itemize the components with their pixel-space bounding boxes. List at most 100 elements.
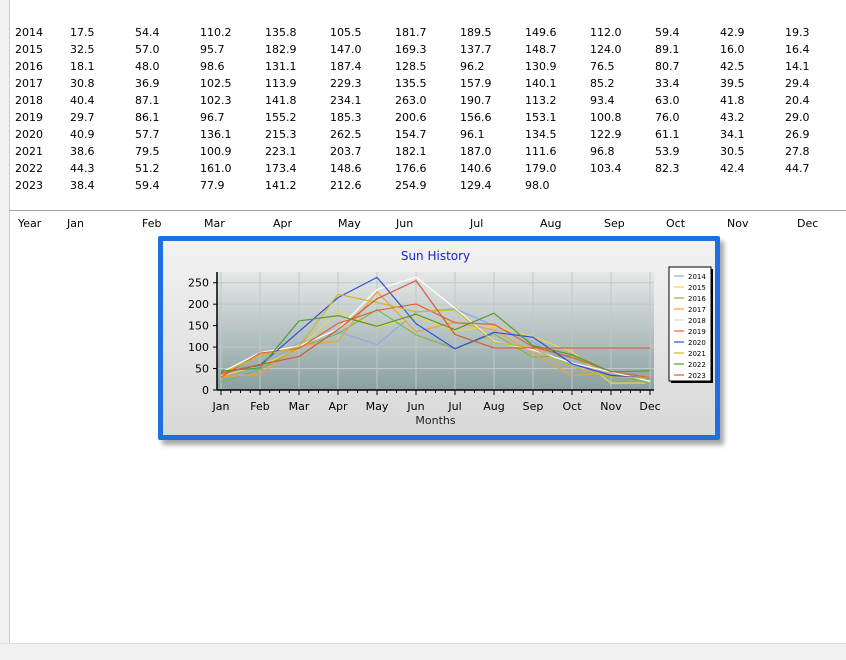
year-cell: 2017 bbox=[15, 77, 43, 90]
value-cell: 100.8 bbox=[590, 111, 622, 124]
y-tick-label: 200 bbox=[188, 298, 209, 311]
value-cell: 20.4 bbox=[785, 94, 810, 107]
value-cell: 16.0 bbox=[720, 43, 745, 56]
year-cell: 2018 bbox=[15, 94, 43, 107]
value-cell: 135.5 bbox=[395, 77, 427, 90]
legend-entry: 2022 bbox=[688, 361, 706, 369]
value-cell: 42.9 bbox=[720, 26, 745, 39]
value-cell: 27.8 bbox=[785, 145, 810, 158]
value-cell: 110.2 bbox=[200, 26, 232, 39]
table-row: 2020 40.9 57.7 136.1 215.3 262.5 154.7 96.1 134.… bbox=[0, 128, 846, 145]
value-cell: 85.2 bbox=[590, 77, 615, 90]
value-cell: 44.7 bbox=[785, 162, 810, 175]
value-cell: 103.4 bbox=[590, 162, 622, 175]
value-cell: 59.4 bbox=[655, 26, 680, 39]
value-cell: 212.6 bbox=[330, 179, 362, 192]
value-cell: 200.6 bbox=[395, 111, 427, 124]
value-cell: 105.5 bbox=[330, 26, 362, 39]
value-cell: 98.6 bbox=[200, 60, 225, 73]
value-cell: 182.1 bbox=[395, 145, 427, 158]
value-cell: 57.7 bbox=[135, 128, 160, 141]
value-cell: 29.4 bbox=[785, 77, 810, 90]
value-cell: 169.3 bbox=[395, 43, 427, 56]
year-cell: 2023 bbox=[15, 179, 43, 192]
value-cell: 203.7 bbox=[330, 145, 362, 158]
value-cell: 128.5 bbox=[395, 60, 427, 73]
value-cell: 76.0 bbox=[655, 111, 680, 124]
y-tick-label: 0 bbox=[202, 384, 209, 397]
year-cell: 2014 bbox=[15, 26, 43, 39]
legend-entry: 2014 bbox=[688, 273, 706, 281]
value-cell: 39.5 bbox=[720, 77, 745, 90]
value-cell: 86.1 bbox=[135, 111, 160, 124]
value-cell: 77.9 bbox=[200, 179, 225, 192]
table-row: 2021 38.6 79.5 100.9 223.1 203.7 182.1 187.0 111… bbox=[0, 145, 846, 162]
value-cell: 82.3 bbox=[655, 162, 680, 175]
legend-entry: 2015 bbox=[688, 284, 706, 292]
value-cell: 129.4 bbox=[460, 179, 492, 192]
table-row: 2014 17.5 54.4 110.2 135.8 105.5 181.7 189.5 149… bbox=[0, 26, 846, 43]
year-cell: 2022 bbox=[15, 162, 43, 175]
value-cell: 181.7 bbox=[395, 26, 427, 39]
value-cell: 140.6 bbox=[460, 162, 492, 175]
value-cell: 189.5 bbox=[460, 26, 492, 39]
value-cell: 29.0 bbox=[785, 111, 810, 124]
value-cell: 41.8 bbox=[720, 94, 745, 107]
y-tick-label: 50 bbox=[195, 363, 209, 376]
table-row: 2018 40.4 87.1 102.3 141.8 234.1 263.0 190.7 113… bbox=[0, 94, 846, 111]
value-cell: 42.4 bbox=[720, 162, 745, 175]
value-cell: 14.1 bbox=[785, 60, 810, 73]
table-divider bbox=[9, 210, 846, 211]
value-cell: 124.0 bbox=[590, 43, 622, 56]
value-cell: 19.3 bbox=[785, 26, 810, 39]
value-cell: 148.7 bbox=[525, 43, 557, 56]
y-tick-label: 100 bbox=[188, 341, 209, 354]
value-cell: 131.1 bbox=[265, 60, 297, 73]
value-cell: 89.1 bbox=[655, 43, 680, 56]
value-cell: 234.1 bbox=[330, 94, 362, 107]
value-cell: 155.2 bbox=[265, 111, 297, 124]
value-cell: 79.5 bbox=[135, 145, 160, 158]
table-row: 2015 32.5 57.0 95.7 182.9 147.0 169.3 137.7 148.… bbox=[0, 43, 846, 60]
table-row: 2017 30.8 36.9 102.5 113.9 229.3 135.5 157.9 140… bbox=[0, 77, 846, 94]
header-month-sep: Sep bbox=[604, 217, 625, 230]
year-cell: 2016 bbox=[15, 60, 43, 73]
table-row: 2022 44.3 51.2 161.0 173.4 148.6 176.6 140.6 179… bbox=[0, 162, 846, 179]
legend-entry: 2021 bbox=[688, 350, 706, 358]
header-month-mar: Mar bbox=[204, 217, 225, 230]
x-tick-label: Dec bbox=[639, 400, 660, 413]
value-cell: 262.5 bbox=[330, 128, 362, 141]
value-cell: 254.9 bbox=[395, 179, 427, 192]
value-cell: 173.4 bbox=[265, 162, 297, 175]
value-cell: 223.1 bbox=[265, 145, 297, 158]
value-cell: 130.9 bbox=[525, 60, 557, 73]
value-cell: 135.8 bbox=[265, 26, 297, 39]
header-month-jul: Jul bbox=[470, 217, 484, 230]
sun-history-chart: 0 50 100 150 200 250 Jan Feb Mar Apr May Jun Jul Aug S… bbox=[158, 236, 720, 440]
value-cell: 157.9 bbox=[460, 77, 492, 90]
status-strip bbox=[0, 643, 846, 660]
legend-entry: 2020 bbox=[688, 339, 706, 347]
chart-svg: 0 50 100 150 200 250 Jan Feb Mar Apr May Jun Jul Aug S… bbox=[188, 249, 713, 427]
value-cell: 26.9 bbox=[785, 128, 810, 141]
value-cell: 61.1 bbox=[655, 128, 680, 141]
value-cell: 98.0 bbox=[525, 179, 550, 192]
value-cell: 17.5 bbox=[70, 26, 95, 39]
x-tick-label: Jun bbox=[406, 400, 424, 413]
value-cell: 53.9 bbox=[655, 145, 680, 158]
value-cell: 156.6 bbox=[460, 111, 492, 124]
value-cell: 182.9 bbox=[265, 43, 297, 56]
value-cell: 43.2 bbox=[720, 111, 745, 124]
value-cell: 113.2 bbox=[525, 94, 557, 107]
value-cell: 113.9 bbox=[265, 77, 297, 90]
value-cell: 29.7 bbox=[70, 111, 95, 124]
value-cell: 57.0 bbox=[135, 43, 160, 56]
value-cell: 96.7 bbox=[200, 111, 225, 124]
legend-entry: 2018 bbox=[688, 317, 706, 325]
value-cell: 87.1 bbox=[135, 94, 160, 107]
year-cell: 2019 bbox=[15, 111, 43, 124]
plot-area bbox=[217, 272, 654, 390]
header-month-jan: Jan bbox=[67, 217, 84, 230]
x-tick-label: Nov bbox=[600, 400, 622, 413]
value-cell: 102.3 bbox=[200, 94, 232, 107]
